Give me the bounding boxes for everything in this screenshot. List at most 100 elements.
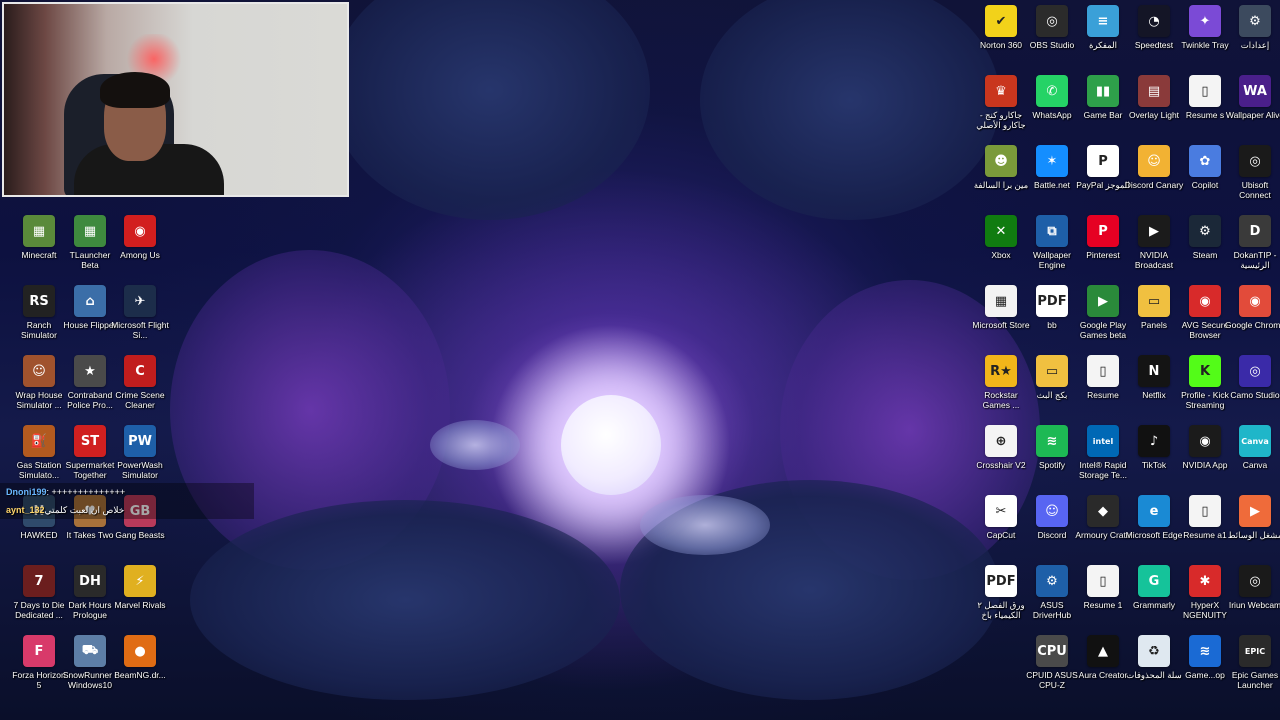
desktop-shortcut[interactable]: ▶ مشغل الوسائط bbox=[1225, 495, 1280, 540]
netflix-icon: N bbox=[1138, 355, 1170, 387]
folder-icon: ▭ bbox=[1036, 355, 1068, 387]
shortcut-label: Canva bbox=[1242, 460, 1268, 470]
kick-icon: K bbox=[1189, 355, 1221, 387]
ubisoft-icon: ◎ bbox=[1239, 145, 1271, 177]
microsoft-store-icon: ▦ bbox=[985, 285, 1017, 317]
dark-hours-icon: DH bbox=[74, 565, 106, 597]
webcam-overlay bbox=[2, 2, 349, 197]
shortcut-label: Wallpaper Alive bbox=[1225, 110, 1280, 120]
ranch-simulator-icon: RS bbox=[23, 285, 55, 317]
google-play-games-icon: ▶ bbox=[1087, 285, 1119, 317]
shortcut-label: Marvel Rivals bbox=[114, 600, 166, 610]
desktop-shortcut[interactable]: ⚡ Marvel Rivals bbox=[110, 565, 170, 610]
capcut-icon: ✂ bbox=[985, 495, 1017, 527]
grammarly-icon: G bbox=[1138, 565, 1170, 597]
aura-creator-icon: ▲ bbox=[1087, 635, 1119, 667]
beamng-icon: ● bbox=[124, 635, 156, 667]
shortcut-label: PowerWash Simulator bbox=[117, 460, 163, 480]
moon bbox=[561, 395, 661, 495]
resume-file-icon: ▯ bbox=[1189, 75, 1221, 107]
desktop-shortcut[interactable]: ◉ Among Us bbox=[110, 215, 170, 260]
shortcut-label: Google Chrome bbox=[1225, 320, 1280, 330]
jackaroo-icon: ♛ bbox=[985, 75, 1017, 107]
intel-icon: intel bbox=[1087, 425, 1119, 457]
copilot-icon: ✿ bbox=[1189, 145, 1221, 177]
pdf-icon: PDF bbox=[1036, 285, 1068, 317]
desktop-shortcut[interactable]: ● BeamNG.dr... bbox=[110, 635, 170, 680]
chat-message: aynt_132خلاص ان لعبت كلمتي bbox=[6, 505, 124, 516]
desktop-shortcut[interactable]: ⚙ إعدادات bbox=[1225, 5, 1280, 50]
shortcut-label: Microsoft Flight Si... bbox=[111, 320, 169, 340]
shortcut-label: Epic Games Launcher bbox=[1231, 670, 1279, 690]
wrap-house-icon: ☺ bbox=[23, 355, 55, 387]
xbox-icon: ✕ bbox=[985, 215, 1017, 247]
nvidia-broadcast-icon: ▶ bbox=[1138, 215, 1170, 247]
canva-icon: Canva bbox=[1239, 425, 1271, 457]
stream-chat-overlay: Dnoni199: ++++++++++++++ aynt_132خلاص ان… bbox=[0, 483, 254, 519]
chat-text: خلاص ان لعبت كلمتي bbox=[44, 505, 125, 515]
chat-username: Dnoni199 bbox=[6, 487, 47, 497]
desktop-shortcut[interactable]: EPIC Epic Games Launcher bbox=[1225, 635, 1280, 690]
speedtest-icon: ◔ bbox=[1138, 5, 1170, 37]
powerwash-icon: PW bbox=[124, 425, 156, 457]
contraband-police-icon: ★ bbox=[74, 355, 106, 387]
shortcut-label: BeamNG.dr... bbox=[114, 670, 166, 680]
crosshair-icon: ⊕ bbox=[985, 425, 1017, 457]
dokantip-icon: D bbox=[1239, 215, 1271, 247]
overlay-light-icon: ▤ bbox=[1138, 75, 1170, 107]
steam-icon: ⚙ bbox=[1189, 215, 1221, 247]
battlenet-icon: ✶ bbox=[1036, 145, 1068, 177]
nvidia-app-icon: ◉ bbox=[1189, 425, 1221, 457]
twinkle-tray-icon: ✦ bbox=[1189, 5, 1221, 37]
shortcut-label: إعدادات bbox=[1240, 40, 1270, 50]
wallpaper-cloud bbox=[190, 500, 620, 700]
camo-studio-icon: ◎ bbox=[1239, 355, 1271, 387]
flight-simulator-icon: ✈ bbox=[124, 285, 156, 317]
armoury-crate-icon: ◆ bbox=[1087, 495, 1119, 527]
game-launcher-icon: ≋ bbox=[1189, 635, 1221, 667]
settings-icon: ⚙ bbox=[1239, 5, 1271, 37]
shortcut-label: Crime Scene Cleaner bbox=[115, 390, 165, 410]
paypal-icon: P bbox=[1087, 145, 1119, 177]
supermarket-icon: ST bbox=[74, 425, 106, 457]
house-flipper-icon: ⌂ bbox=[74, 285, 106, 317]
desktop-shortcut[interactable]: ✈ Microsoft Flight Si... bbox=[110, 285, 170, 340]
desktop-shortcut[interactable]: D DokanTIP - الرئيسية bbox=[1225, 215, 1280, 270]
avg-browser-icon: ◉ bbox=[1189, 285, 1221, 317]
whatsapp-icon: ✆ bbox=[1036, 75, 1068, 107]
wallpaper-engine-icon: ⧉ bbox=[1036, 215, 1068, 247]
desktop-shortcut[interactable]: ◉ Google Chrome bbox=[1225, 285, 1280, 330]
chat-username: aynt_132 bbox=[6, 505, 45, 515]
pinterest-icon: P bbox=[1087, 215, 1119, 247]
edge-icon: e bbox=[1138, 495, 1170, 527]
asus-driverhub-icon: ⚙ bbox=[1036, 565, 1068, 597]
snowrunner-icon: ⛟ bbox=[74, 635, 106, 667]
gas-station-icon: ⛽ bbox=[23, 425, 55, 457]
resume-file-icon: ▯ bbox=[1189, 495, 1221, 527]
marvel-rivals-icon: ⚡ bbox=[124, 565, 156, 597]
minecraft-icon: ▦ bbox=[23, 215, 55, 247]
desktop-shortcut[interactable]: C Crime Scene Cleaner bbox=[110, 355, 170, 410]
shortcut-label: Ubisoft Connect bbox=[1239, 180, 1271, 200]
wallpaper-alive-icon: WA bbox=[1239, 75, 1271, 107]
shortcut-label: Iriun Webcam bbox=[1228, 600, 1280, 610]
desktop-shortcut[interactable]: ◎ Iriun Webcam bbox=[1225, 565, 1280, 610]
desktop-shortcut[interactable]: PW PowerWash Simulator bbox=[110, 425, 170, 480]
shortcut-label: مشغل الوسائط bbox=[1227, 530, 1280, 540]
resume-file-icon: ▯ bbox=[1087, 565, 1119, 597]
media-player-icon: ▶ bbox=[1239, 495, 1271, 527]
desktop-shortcut[interactable]: ◎ Ubisoft Connect bbox=[1225, 145, 1280, 200]
desktop-shortcut[interactable]: WA Wallpaper Alive bbox=[1225, 75, 1280, 120]
wallpaper-cloud bbox=[330, 0, 650, 220]
cpuz-icon: CPU bbox=[1036, 635, 1068, 667]
chat-message: Dnoni199: ++++++++++++++ bbox=[6, 487, 125, 497]
obs-icon: ◎ bbox=[1036, 5, 1068, 37]
iriun-webcam-icon: ◎ bbox=[1239, 565, 1271, 597]
game-bar-icon: ▮▮ bbox=[1087, 75, 1119, 107]
desktop-shortcut[interactable]: ◎ Camo Studio bbox=[1225, 355, 1280, 400]
notepad-icon: ≡ bbox=[1087, 5, 1119, 37]
tlauncher-icon: ▦ bbox=[74, 215, 106, 247]
epic-games-icon: EPIC bbox=[1239, 635, 1271, 667]
wallpaper-cloud bbox=[700, 0, 1000, 220]
desktop-shortcut[interactable]: Canva Canva bbox=[1225, 425, 1280, 470]
